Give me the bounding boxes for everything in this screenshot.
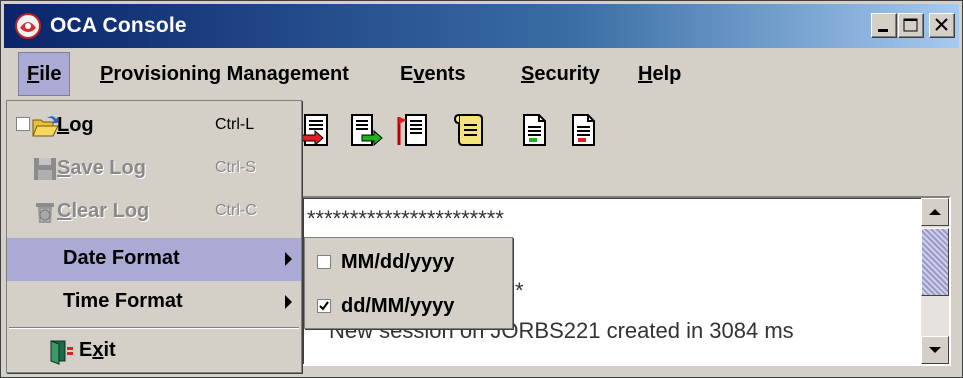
document-red-flag-icon [397, 114, 427, 146]
menu-separator [9, 327, 299, 329]
date-format-checkbox-checked[interactable] [317, 299, 331, 313]
checkmark-icon [319, 301, 329, 311]
file-menu-label-date-format: Date Format [63, 247, 180, 269]
menu-help[interactable]: Help [630, 52, 689, 96]
maximize-button[interactable] [898, 13, 924, 38]
file-menu-item-log[interactable]: Log Ctrl-L [7, 105, 301, 148]
file-menu-label-save-log: Save Log [57, 157, 146, 180]
menu-file[interactable]: File [18, 52, 71, 96]
file-menu-dropdown: Log Ctrl-L Save Log Ctrl-S Clear Log Ctr… [6, 100, 302, 373]
log-checkbox[interactable] [16, 117, 30, 131]
menu-help-label: elp [652, 63, 682, 85]
trash-can-icon [36, 203, 54, 223]
save-log-label-rest: ave Log [70, 157, 146, 179]
scroll-up-button[interactable] [921, 198, 949, 226]
toolbar-button-3[interactable] [394, 111, 432, 151]
shortcut-log: Ctrl-L [215, 116, 255, 133]
menu-file-label: ile [39, 63, 62, 85]
toolbar-button-1[interactable] [297, 111, 335, 151]
oca-console-window: OCA Console File Provisioning Management… [0, 0, 963, 378]
file-menu-item-date-format[interactable]: Date Format [7, 238, 301, 281]
scrollbar-thumb[interactable] [921, 228, 949, 296]
title-bar[interactable]: OCA Console [4, 4, 959, 48]
submenu-arrow-icon [285, 295, 292, 309]
file-menu-item-save-log[interactable]: Save Log Ctrl-S [7, 148, 301, 191]
exit-label-rest: it [103, 339, 116, 361]
arrow-down-icon [929, 347, 941, 353]
window-title: OCA Console [50, 14, 187, 37]
menu-file-mnemonic: F [27, 63, 40, 85]
close-icon [935, 18, 948, 31]
minimize-icon [878, 29, 888, 32]
menu-events-prefix: E [400, 63, 414, 85]
menu-provisioning-management[interactable]: Provisioning Management [92, 52, 357, 96]
menu-events[interactable]: Events [392, 52, 474, 96]
console-line: *********************** [307, 206, 504, 231]
scroll-down-button[interactable] [921, 336, 949, 364]
menu-events-label: ents [424, 63, 466, 85]
vertical-scrollbar[interactable] [921, 198, 949, 364]
toolbar-button-4[interactable] [450, 111, 488, 151]
toolbar-button-6[interactable] [564, 111, 602, 151]
exit-door-icon [50, 340, 73, 365]
date-format-label-dd-mm-yyyy: dd/MM/yyyy [341, 295, 455, 317]
app-logo-icon [15, 13, 41, 39]
file-menu-item-exit[interactable]: Exit [7, 330, 301, 373]
file-menu-label-log: Log [57, 114, 94, 137]
minimize-button[interactable] [871, 13, 897, 38]
document-red-arrow-icon [300, 114, 328, 147]
file-menu-item-clear-log[interactable]: Clear Log Ctrl-C [7, 191, 301, 234]
date-format-option-dd-mm-yyyy[interactable]: dd/MM/yyyy [305, 284, 512, 328]
shortcut-clear-log: Ctrl-C [215, 202, 257, 219]
shortcut-save-log: Ctrl-S [215, 159, 256, 176]
open-folder-icon [32, 116, 59, 137]
menu-bar: File Provisioning Management Events Secu… [4, 52, 959, 96]
menu-security-mnemonic: S [521, 63, 535, 85]
menu-events-mnemonic: v [413, 63, 425, 85]
scroll-icon [453, 114, 483, 146]
log-label-rest: og [69, 114, 94, 136]
date-format-checkbox-unchecked[interactable] [317, 255, 331, 269]
toolbar-button-2[interactable] [346, 111, 384, 151]
submenu-arrow-icon [285, 252, 292, 266]
date-format-label-mm-dd-yyyy: MM/dd/yyyy [341, 251, 455, 273]
maximize-icon [903, 18, 918, 32]
file-menu-item-time-format[interactable]: Time Format [7, 281, 301, 324]
console-line: * [515, 278, 524, 303]
menu-security-label: ecurity [534, 63, 600, 85]
clear-log-mnemonic: C [57, 200, 72, 222]
close-button[interactable] [929, 13, 955, 38]
document-green-icon [523, 114, 546, 146]
exit-mnemonic: x [92, 339, 104, 361]
toolbar-button-5[interactable] [515, 111, 553, 151]
menu-help-mnemonic: H [638, 63, 653, 85]
document-green-arrow-icon [351, 114, 383, 147]
menu-security[interactable]: Security [513, 52, 608, 96]
save-log-mnemonic: S [57, 157, 71, 179]
file-menu-label-clear-log: Clear Log [57, 200, 149, 223]
date-format-submenu: MM/dd/yyyy dd/MM/yyyy [304, 237, 513, 329]
arrow-up-icon [929, 209, 941, 215]
clear-log-label-rest: lear Log [71, 200, 150, 222]
document-red-icon [572, 114, 595, 146]
date-format-option-mm-dd-yyyy[interactable]: MM/dd/yyyy [305, 240, 512, 284]
file-menu-label-time-format: Time Format [63, 290, 183, 312]
menu-provisioning-mnemonic: P [100, 63, 114, 85]
log-mnemonic: L [57, 114, 70, 136]
floppy-disk-icon [34, 158, 56, 180]
exit-label-prefix: E [79, 339, 93, 361]
menu-provisioning-label: rovisioning Management [113, 63, 349, 85]
file-menu-label-exit: Exit [79, 339, 116, 362]
